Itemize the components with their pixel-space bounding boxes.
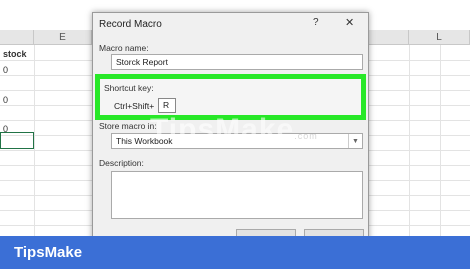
chevron-down-icon: ▼ [348, 134, 362, 148]
store-macro-label: Store macro in: [99, 121, 157, 131]
column-header-d [0, 30, 34, 45]
shortcut-key-label: Shortcut key: [104, 83, 154, 93]
shortcut-prefix: Ctrl+Shift+ [114, 101, 155, 111]
close-icon[interactable]: ✕ [345, 16, 354, 29]
brand-footer: TipsMake [0, 236, 470, 269]
cell-value: 0 [3, 95, 9, 105]
header-cell-stock: stock [3, 49, 27, 59]
column-header-l: L [409, 30, 470, 45]
dialog-title: Record Macro [99, 19, 162, 30]
description-textarea[interactable] [111, 171, 363, 219]
column-header-k [369, 30, 409, 45]
description-label: Description: [99, 158, 144, 168]
selected-cell[interactable] [0, 132, 34, 149]
macro-name-input[interactable]: Storck Report [111, 54, 363, 70]
help-button[interactable]: ? [313, 17, 319, 28]
shortcut-key-input[interactable]: R [158, 98, 176, 113]
watermark: TipsMake.com [150, 113, 318, 146]
cell-value: 0 [3, 65, 9, 75]
column-header-e: E [34, 30, 92, 45]
macro-name-label: Macro name: [99, 43, 149, 53]
brand-logo: TipsMake [14, 244, 83, 261]
